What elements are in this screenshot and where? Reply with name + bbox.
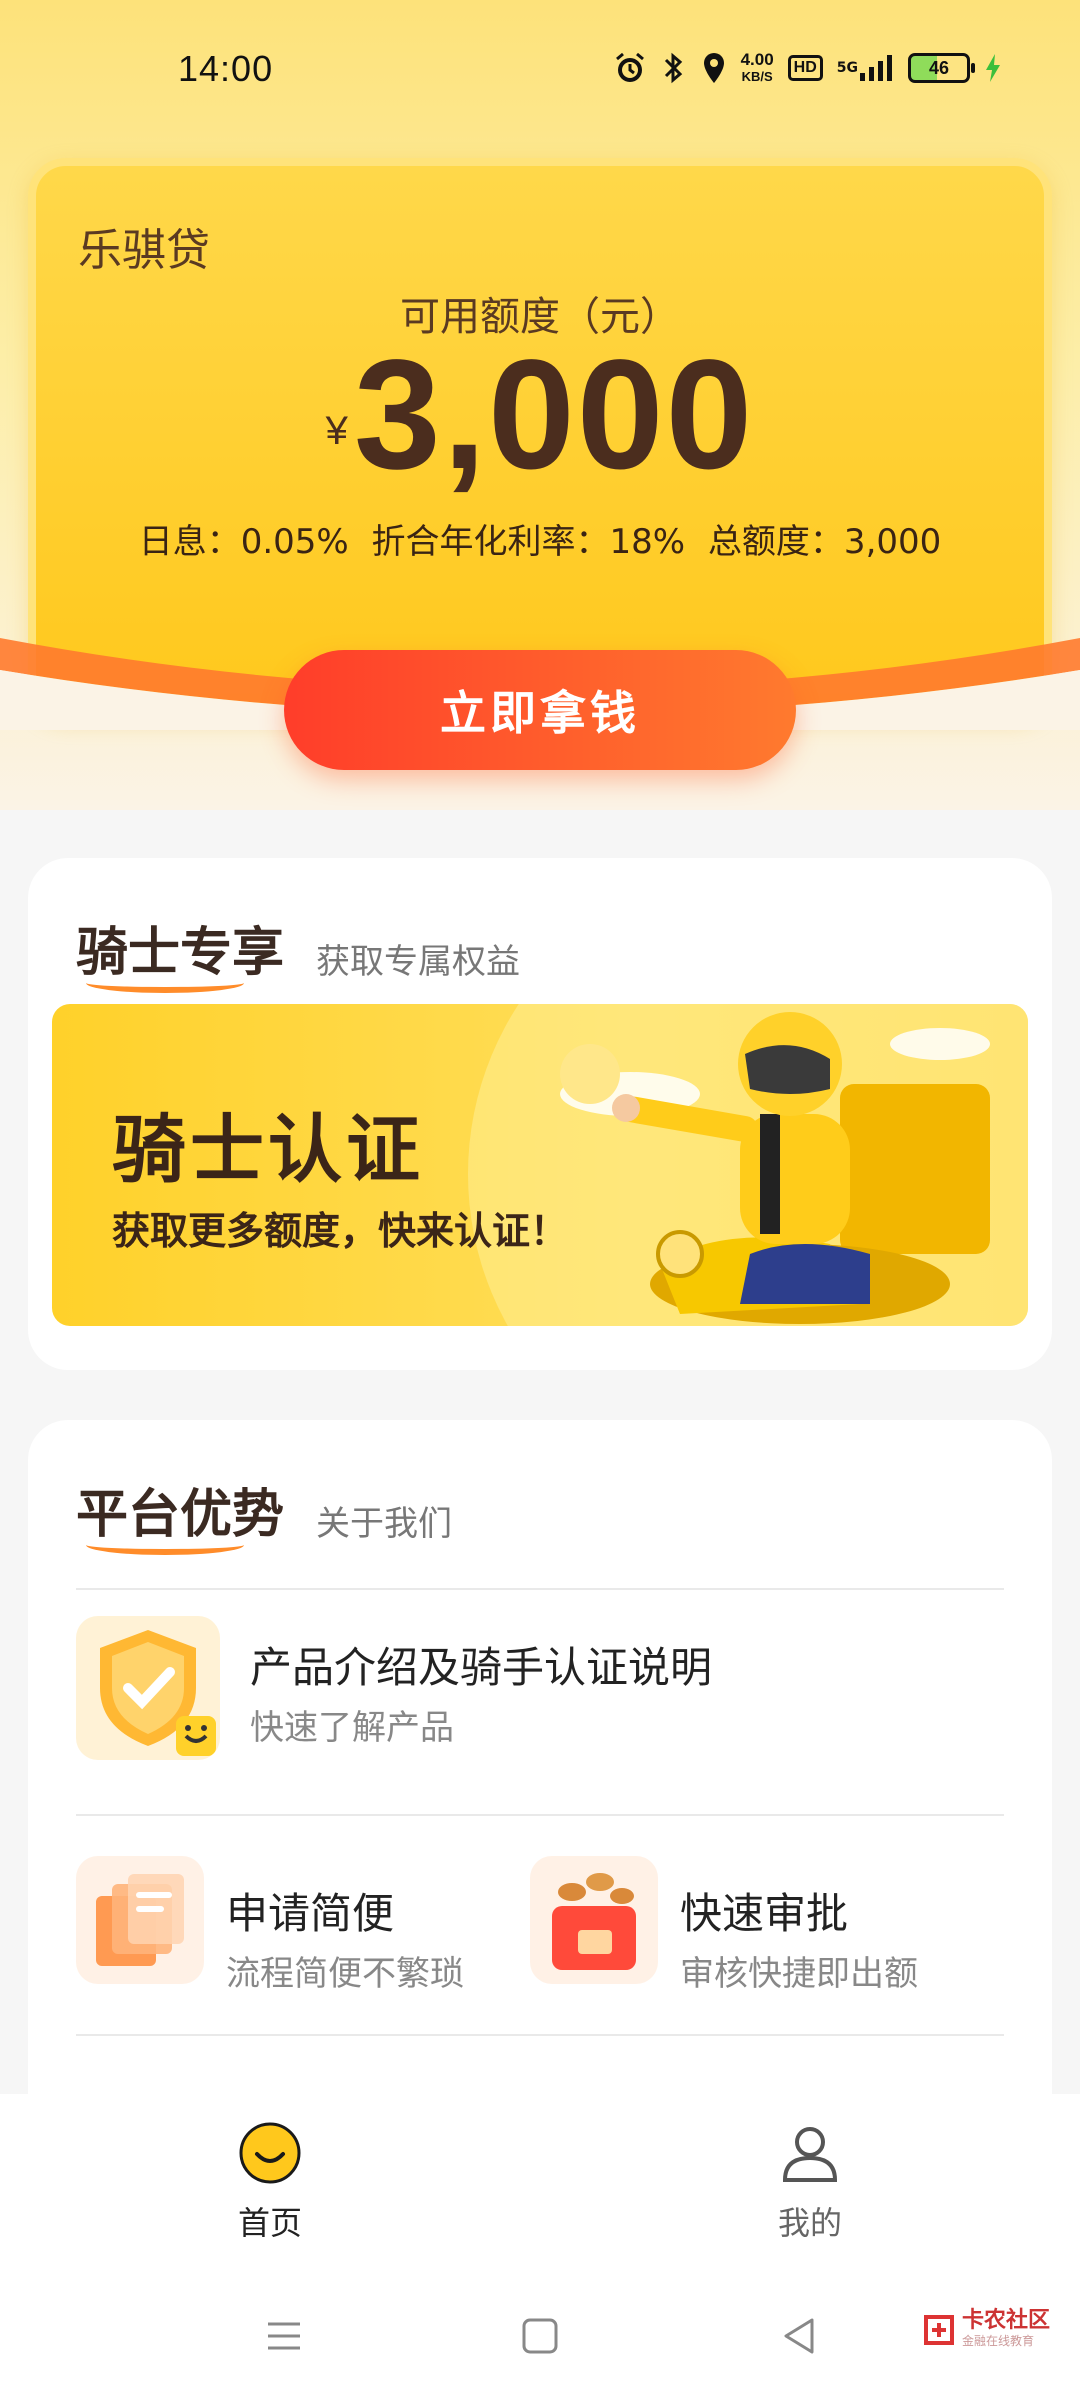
brand-name: 乐骐贷 [78,225,210,276]
shield-check-icon [76,1616,220,1760]
coin-box-icon [530,1856,658,1984]
charging-icon [984,53,1002,83]
nav-home[interactable]: 首页 [190,2122,350,2244]
easy-apply-item[interactable]: 申请简便 流程简便不繁琐 [28,1814,528,2024]
total-quota: 总额度：3,000 [707,522,942,562]
alarm-icon [613,51,647,85]
about-us-link[interactable]: 关于我们 [316,1496,452,1545]
signal-icon: 5G [837,53,894,83]
watermark: 卡农社区 金融在线教育 [922,2310,1050,2349]
nav-mine-label: 我的 [777,2204,842,2242]
fast-approval-desc: 审核快捷即出额 [680,1954,918,1994]
status-time: 14:00 [178,48,274,89]
speed-value: 4.00 [740,50,774,69]
divider [76,2034,1004,2036]
product-intro-desc: 快速了解产品 [250,1708,454,1748]
banner-subtitle: 获取更多额度，快来认证！ [112,1209,569,1253]
nav-mine[interactable]: 我的 [730,2122,890,2244]
location-icon [701,51,727,85]
watermark-logo-icon [923,2314,954,2345]
easy-apply-title: 申请简便 [226,1889,395,1938]
rider-illustration [560,1012,990,1324]
home-button[interactable] [518,2314,562,2362]
status-bar: 14:00 4.00 KB/S HD 5G 46 [0,0,1080,140]
amount-row: ¥3,000 [36,326,1044,505]
knight-section-title: 骑士专享 [76,910,284,993]
battery-indicator: 46 [908,53,975,83]
product-intro-title: 产品介绍及骑手认证说明 [250,1643,713,1692]
square-icon [522,2318,558,2354]
rate-row: 日息：0.05% 折合年化利率：18% 总额度：3,000 [36,514,1044,563]
annual-rate: 折合年化利率：18% [371,522,686,562]
network-type: 5G [836,60,858,76]
available-amount: 3,000 [353,328,755,502]
fast-approval-item[interactable]: 快速审批 审核快捷即出额 [528,1814,1052,2024]
watermark-text: 卡农社区 [961,2308,1050,2333]
bottom-nav: 首页 我的 [0,2094,1080,2274]
fast-approval-title: 快速审批 [680,1889,849,1938]
smile-icon [239,2122,301,2184]
bluetooth-icon [661,51,687,85]
menu-icon [268,2322,300,2350]
back-triangle-icon [784,2318,814,2354]
network-speed: 4.00 KB/S [741,51,774,85]
watermark-sub: 金融在线教育 [961,2334,1034,2348]
knight-section-subtitle: 获取专属权益 [316,942,520,982]
system-nav-bar: 卡农社区 金融在线教育 [0,2274,1080,2400]
advantage-section-title: 平台优势 [76,1472,284,1555]
speed-unit: KB/S [741,69,773,84]
documents-icon [76,1856,204,1984]
knight-certification-banner[interactable]: 骑士认证 获取更多额度，快来认证！ [52,1004,1028,1326]
banner-title: 骑士认证 [112,1107,424,1193]
nav-home-label: 首页 [237,2204,302,2242]
knight-section: 骑士专享 获取专属权益 骑士认证 获取更多额度，快来认证！ [28,858,1052,1370]
currency-symbol: ¥ [325,409,348,453]
easy-apply-desc: 流程简便不繁琐 [226,1954,464,1994]
get-money-button[interactable]: 立即拿钱 [284,650,796,770]
product-intro-item[interactable]: 产品介绍及骑手认证说明 快速了解产品 [28,1588,1052,1760]
status-icons: 4.00 KB/S HD 5G 46 [613,46,1002,90]
hd-badge: HD [787,55,823,81]
daily-rate: 日息：0.05% [138,522,349,562]
back-button[interactable] [778,2314,822,2362]
user-icon [782,2127,838,2182]
menu-button[interactable] [262,2314,306,2362]
